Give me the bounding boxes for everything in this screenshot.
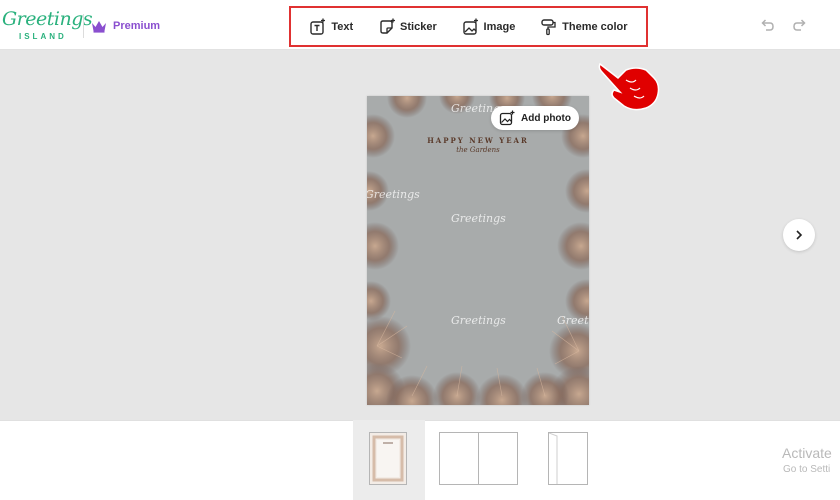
logo-script-text: Greetings xyxy=(2,8,93,30)
image-tool-label: Image xyxy=(483,20,516,33)
card-title-text: HAPPY NEW YEAR xyxy=(427,136,529,145)
redo-button[interactable] xyxy=(792,17,808,38)
editor-toolbar: Text Sticker Image Theme color xyxy=(289,6,648,47)
next-page-button[interactable] xyxy=(783,219,815,251)
windows-activate-text: Activate xyxy=(782,445,832,461)
thumbnail-front[interactable] xyxy=(369,432,407,485)
theme-color-tool-button[interactable]: Theme color xyxy=(540,18,628,36)
add-photo-button[interactable]: Add photo xyxy=(491,106,579,130)
thumbnail-inside[interactable] xyxy=(439,432,518,485)
card-preview[interactable]: HAPPY NEW YEAR the Gardens Greetings Gre… xyxy=(367,96,589,405)
thumbnail-back-preview xyxy=(548,432,587,484)
undo-button[interactable] xyxy=(759,17,775,38)
logo-sub-text: ISLAND xyxy=(19,32,67,41)
sticker-tool-label: Sticker xyxy=(400,20,437,33)
header-divider xyxy=(83,14,84,38)
thumbnail-front-preview xyxy=(370,433,406,484)
text-icon xyxy=(310,18,326,35)
chevron-right-icon xyxy=(796,230,803,240)
watermark: Greetings xyxy=(367,188,420,201)
add-image-icon xyxy=(499,110,515,126)
sticker-tool-button[interactable]: Sticker xyxy=(378,18,437,36)
watermark: Greetings xyxy=(451,314,506,327)
card-subtitle-text: the Gardens xyxy=(456,146,500,154)
premium-label: Premium xyxy=(113,20,161,32)
windows-activate-subtext: Go to Setti xyxy=(783,464,831,475)
paint-roller-icon xyxy=(541,18,556,35)
image-icon xyxy=(462,18,478,35)
sticker-icon xyxy=(380,18,396,34)
undo-icon xyxy=(761,19,774,31)
thumbnail-back[interactable] xyxy=(548,432,588,485)
top-header: Greetings ISLAND Premium Text Sticker Im… xyxy=(0,0,840,50)
image-tool-button[interactable]: Image xyxy=(462,18,516,36)
crown-icon xyxy=(92,20,106,33)
text-tool-button[interactable]: Text xyxy=(309,18,353,36)
theme-color-tool-label: Theme color xyxy=(562,20,628,33)
redo-icon xyxy=(793,19,806,31)
premium-button[interactable]: Premium xyxy=(91,17,160,35)
pointing-hand-icon xyxy=(598,62,660,111)
thumbnail-inside-preview xyxy=(440,433,517,484)
add-photo-label: Add photo xyxy=(521,112,571,124)
text-tool-label: Text xyxy=(331,20,354,33)
watermark: Greetings xyxy=(451,212,506,225)
watermark: Greetings xyxy=(557,314,589,327)
greetings-island-logo[interactable]: Greetings ISLAND xyxy=(2,8,93,44)
